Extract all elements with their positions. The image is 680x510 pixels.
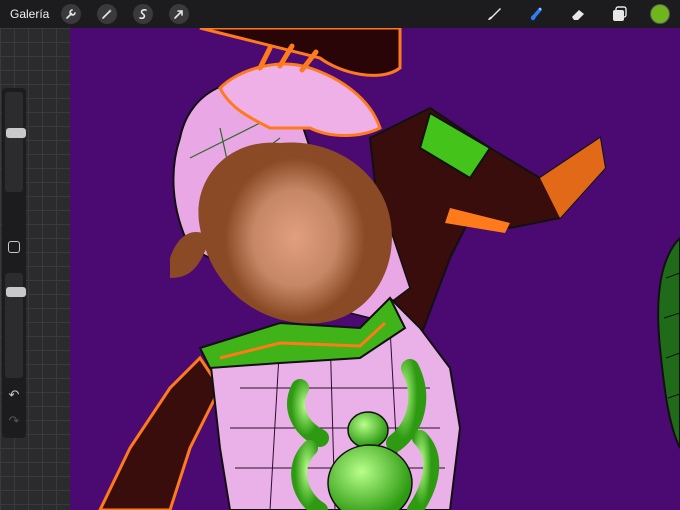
drawing-canvas[interactable] <box>70 28 680 510</box>
smudge-icon[interactable] <box>524 2 548 26</box>
wrench-icon[interactable] <box>61 4 82 24</box>
magic-wand-icon[interactable] <box>97 4 118 24</box>
left-sidebar: ↶ ↷ <box>0 28 70 510</box>
brush-size-thumb[interactable] <box>6 128 26 138</box>
blurred-face <box>225 158 365 318</box>
eraser-icon[interactable] <box>566 2 590 26</box>
layers-icon[interactable] <box>608 2 632 26</box>
transform-arrow-icon[interactable] <box>169 4 190 24</box>
sidebar-panel: ↶ ↷ <box>2 88 26 438</box>
undo-icon[interactable]: ↶ <box>7 388 21 402</box>
current-color-swatch[interactable] <box>650 4 670 24</box>
gallery-button[interactable]: Galería <box>10 7 49 21</box>
opacity-thumb[interactable] <box>6 287 26 297</box>
brush-icon[interactable] <box>482 2 506 26</box>
selection-icon[interactable] <box>133 4 154 24</box>
redo-icon[interactable]: ↷ <box>7 414 21 428</box>
right-tool-group <box>464 0 670 28</box>
brush-size-slider[interactable] <box>5 92 26 192</box>
modifier-square-icon[interactable] <box>8 241 20 253</box>
artwork <box>98 28 680 510</box>
top-toolbar: Galería <box>0 0 680 28</box>
opacity-slider[interactable] <box>5 273 26 378</box>
